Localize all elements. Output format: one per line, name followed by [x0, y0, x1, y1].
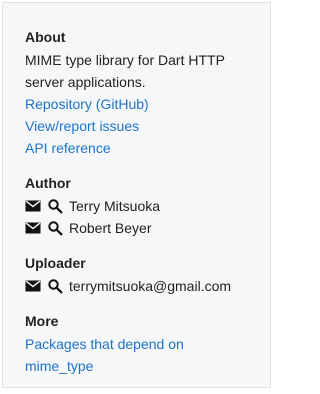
- uploader-title: Uploader: [25, 255, 86, 271]
- mail-icon[interactable]: [25, 278, 41, 294]
- package-info-panel: About MIME type library for Dart HTTP se…: [2, 2, 271, 388]
- issues-link[interactable]: View/report issues: [25, 115, 255, 137]
- about-section: About MIME type library for Dart HTTP se…: [25, 27, 270, 159]
- author-row: Terry Mitsuoka: [25, 195, 270, 217]
- author-name: Terry Mitsuoka: [69, 198, 161, 214]
- mail-icon[interactable]: [25, 220, 41, 236]
- api-reference-link[interactable]: API reference: [25, 137, 255, 159]
- search-icon[interactable]: [47, 198, 63, 214]
- more-title: More: [25, 313, 59, 329]
- package-info-content: About MIME type library for Dart HTTP se…: [3, 3, 270, 377]
- author-section: Author Terry Mitsuoka Robert Beyer: [25, 173, 270, 239]
- mail-icon[interactable]: [25, 198, 41, 214]
- uploader-row: terrymitsuoka@gmail.com: [25, 275, 270, 297]
- search-icon[interactable]: [47, 278, 63, 294]
- author-row: Robert Beyer: [25, 217, 270, 239]
- uploader-section: Uploader terrymitsuoka@gmail.com: [25, 253, 270, 297]
- more-section: More Packages that depend on mime_type: [25, 311, 270, 377]
- repository-link[interactable]: Repository (GitHub): [25, 93, 255, 115]
- dependents-link[interactable]: Packages that depend on mime_type: [25, 333, 255, 377]
- uploader-email: terrymitsuoka@gmail.com: [69, 278, 232, 294]
- about-description: MIME type library for Dart HTTP server a…: [25, 52, 225, 90]
- search-icon[interactable]: [47, 220, 63, 236]
- author-name: Robert Beyer: [69, 220, 152, 236]
- about-title: About: [25, 29, 66, 45]
- author-title: Author: [25, 175, 71, 191]
